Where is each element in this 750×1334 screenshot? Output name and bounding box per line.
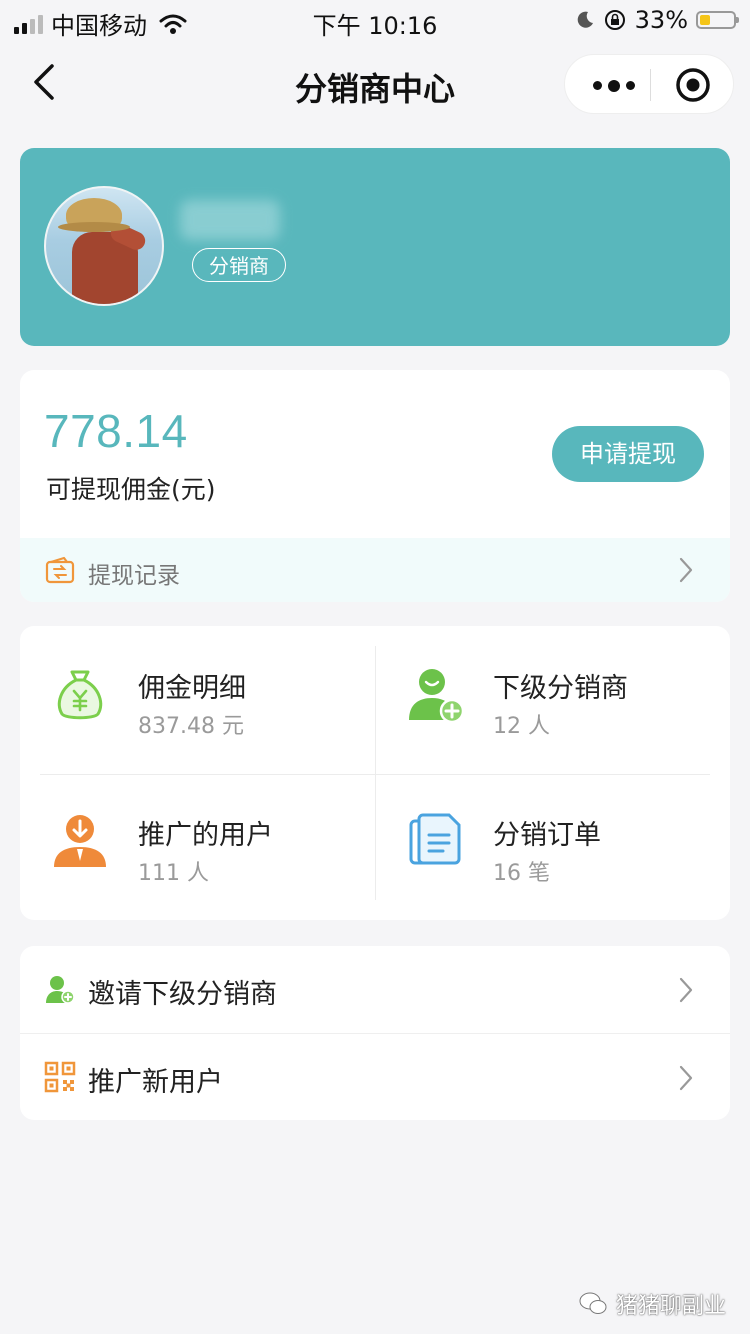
invite-user-icon	[46, 976, 75, 1004]
grid-item-sub: 111 人	[138, 861, 209, 886]
menu-item-label: 推广新用户	[88, 1067, 223, 1098]
battery-icon	[696, 11, 739, 29]
money-bag-icon	[57, 670, 103, 720]
withdraw-button[interactable]: 申请提现	[552, 426, 704, 482]
rotation-lock-icon	[604, 10, 625, 30]
commission-card: 778.14 可提现佣金(元) 申请提现 提现记录	[20, 370, 730, 602]
stats-grid-card: 佣金明细 837.48 元 下级分销商 12 人 推广的用户 111 人 分销订…	[20, 626, 730, 920]
chevron-right-icon	[679, 557, 693, 583]
user-download-icon	[54, 815, 106, 867]
grid-item-sub: 16 笔	[493, 861, 550, 886]
menu-item-invite-distributor[interactable]: 邀请下级分销商	[20, 946, 730, 1033]
profile-card: 分销商	[20, 148, 730, 346]
menu-list-card: 邀请下级分销商 推广新用户	[20, 946, 730, 1120]
withdraw-record-row[interactable]: 提现记录	[20, 538, 730, 602]
chevron-right-icon	[679, 1065, 693, 1091]
target-icon[interactable]	[675, 67, 711, 103]
grid-item-commission-detail[interactable]: 佣金明细 837.48 元	[20, 626, 375, 773]
withdraw-record-label: 提现记录	[88, 563, 180, 589]
grid-item-promoted-users[interactable]: 推广的用户 111 人	[20, 773, 375, 920]
wallet-icon	[45, 556, 75, 584]
wechat-icon	[579, 1292, 607, 1314]
grid-item-sub-distributors[interactable]: 下级分销商 12 人	[375, 626, 730, 773]
menu-item-label: 邀请下级分销商	[88, 979, 277, 1010]
status-bar: 中国移动 下午 10:16 33%	[0, 0, 750, 40]
grid-item-sub: 837.48 元	[138, 714, 244, 739]
watermark: 猪猪聊副业	[578, 1288, 726, 1320]
watermark-text: 猪猪聊副业	[615, 1294, 726, 1319]
capsule-divider	[650, 69, 651, 101]
grid-item-title: 下级分销商	[493, 673, 628, 704]
qr-code-icon	[44, 1061, 76, 1093]
blurred-username	[180, 200, 280, 240]
role-badge: 分销商	[192, 248, 286, 282]
grid-item-title: 佣金明细	[138, 673, 246, 704]
grid-item-title: 分销订单	[493, 820, 601, 851]
battery-percent: 33%	[634, 6, 688, 34]
moon-icon	[577, 11, 593, 28]
more-dots-icon[interactable]	[593, 80, 635, 92]
grid-item-sub: 12 人	[493, 714, 550, 739]
grid-item-distribution-orders[interactable]: 分销订单 16 笔	[375, 773, 730, 920]
add-user-icon	[409, 669, 465, 724]
avatar[interactable]	[44, 186, 164, 306]
commission-label: 可提现佣金(元)	[46, 475, 216, 504]
document-icon	[409, 813, 461, 865]
chevron-right-icon	[679, 977, 693, 1003]
status-right: 33%	[575, 6, 739, 34]
commission-amount: 778.14	[44, 405, 188, 457]
nav-bar: 分销商中心	[0, 44, 750, 124]
grid-item-title: 推广的用户	[138, 820, 273, 851]
menu-item-promote-new-users[interactable]: 推广新用户	[20, 1033, 730, 1121]
mini-program-capsule	[564, 54, 734, 114]
